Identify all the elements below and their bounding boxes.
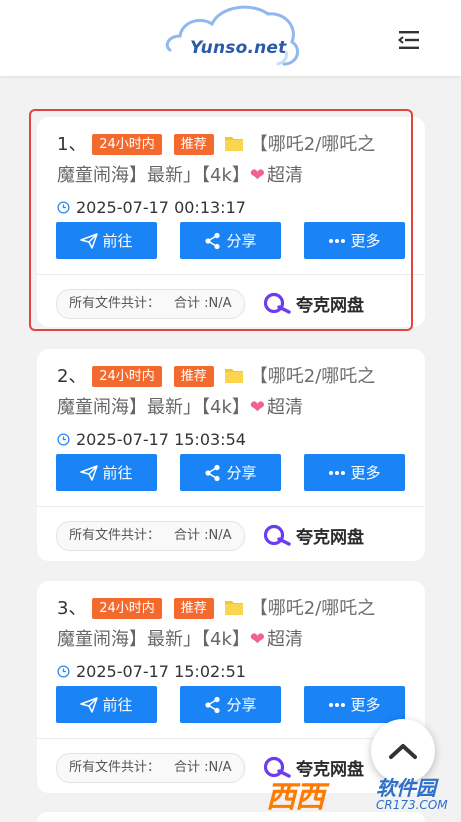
highlight-frame xyxy=(29,109,413,331)
share-button[interactable]: 分享 xyxy=(180,454,281,491)
more-label: 更多 xyxy=(350,464,381,482)
more-button[interactable]: 更多 xyxy=(304,686,405,723)
title-text-part2: 魔童闹海】最新」【4k】 xyxy=(57,629,250,650)
ellipsis-icon xyxy=(329,470,346,475)
result-index: 3、 xyxy=(57,598,87,619)
divider xyxy=(37,506,425,507)
send-icon xyxy=(80,696,99,713)
time-text: 2025-07-17 15:03:54 xyxy=(76,430,246,449)
watermark: 西西 软件园 CR173.COM xyxy=(260,770,448,816)
folder-icon xyxy=(224,601,243,615)
watermark-logo: 西西 xyxy=(266,780,325,815)
go-label: 前往 xyxy=(102,464,133,482)
stats-total: 合计 :N/A xyxy=(174,760,232,775)
result-index: 2、 xyxy=(57,366,87,387)
title-hd: 超清 xyxy=(266,629,303,650)
send-icon xyxy=(80,464,99,481)
cloud-logo-icon xyxy=(165,5,300,66)
result-card: 2、 24小时内 推荐 【哪吒2/哪吒之 魔童闹海】最新」【4k】❤ 超清 2025-… xyxy=(37,349,425,561)
watermark-url: CR173.COM xyxy=(376,798,448,812)
logo-text: Yunso.net xyxy=(190,38,287,58)
menu-button[interactable] xyxy=(396,28,422,52)
stats-total: 合计 :N/A xyxy=(174,528,232,543)
more-button[interactable]: 更多 xyxy=(304,454,405,491)
title-text-part1: 【哪吒2/哪吒之 xyxy=(249,366,376,387)
watermark-site: 软件园 xyxy=(376,776,436,800)
pan-name: 夸克网盘 xyxy=(296,527,364,548)
result-time: 2025-07-17 15:03:54 xyxy=(57,430,246,450)
go-button[interactable]: 前往 xyxy=(56,454,157,491)
result-title-continued[interactable]: 魔童闹海】最新」【4k】❤ 超清 xyxy=(57,394,417,422)
tag-24h: 24小时内 xyxy=(92,598,162,619)
tag-recommend: 推荐 xyxy=(173,598,214,619)
tag-24h: 24小时内 xyxy=(92,366,162,387)
menu-icon xyxy=(397,31,419,49)
title-hd: 超清 xyxy=(266,397,303,418)
result-title[interactable]: 2、 24小时内 推荐 【哪吒2/哪吒之 xyxy=(57,363,417,391)
quark-logo-icon xyxy=(263,524,291,546)
title-text-part2: 魔童闹海】最新」【4k】 xyxy=(57,397,250,418)
go-button[interactable]: 前往 xyxy=(56,686,157,723)
file-stats: 所有文件共计： 合计 :N/A xyxy=(56,753,245,783)
share-label: 分享 xyxy=(226,464,257,482)
stats-label: 所有文件共计： xyxy=(69,760,161,775)
clock-icon xyxy=(57,665,70,678)
share-icon xyxy=(205,464,221,481)
yunso-logo[interactable]: Yunso.net xyxy=(160,2,305,72)
share-label: 分享 xyxy=(226,696,257,714)
result-time: 2025-07-17 15:02:51 xyxy=(57,662,246,682)
result-title[interactable]: 3、 24小时内 推荐 【哪吒2/哪吒之 xyxy=(57,595,417,623)
result-card: 3、 24小时内 推荐 【哪吒2/哪吒之 魔童闹海】最新」【4k】❤ 超清 2025-… xyxy=(37,581,425,793)
chevron-up-icon xyxy=(389,744,417,759)
ellipsis-icon xyxy=(329,702,346,707)
heart-icon: ❤ xyxy=(249,397,265,418)
folder-icon xyxy=(224,369,243,383)
result-title-continued[interactable]: 魔童闹海】最新」【4k】❤ 超清 xyxy=(57,626,417,654)
stats-label: 所有文件共计： xyxy=(69,528,161,543)
app-header: Yunso.net xyxy=(0,0,461,76)
quark-pan-badge[interactable]: 夸克网盘 xyxy=(263,522,364,548)
more-label: 更多 xyxy=(350,696,381,714)
tag-recommend: 推荐 xyxy=(173,366,214,387)
heart-icon: ❤ xyxy=(249,629,265,650)
title-text-part1: 【哪吒2/哪吒之 xyxy=(249,598,376,619)
share-icon xyxy=(205,696,221,713)
divider xyxy=(37,738,425,739)
go-label: 前往 xyxy=(102,696,133,714)
time-text: 2025-07-17 15:02:51 xyxy=(76,662,246,681)
clock-icon xyxy=(57,433,70,446)
file-stats: 所有文件共计： 合计 :N/A xyxy=(56,521,245,551)
share-button[interactable]: 分享 xyxy=(180,686,281,723)
